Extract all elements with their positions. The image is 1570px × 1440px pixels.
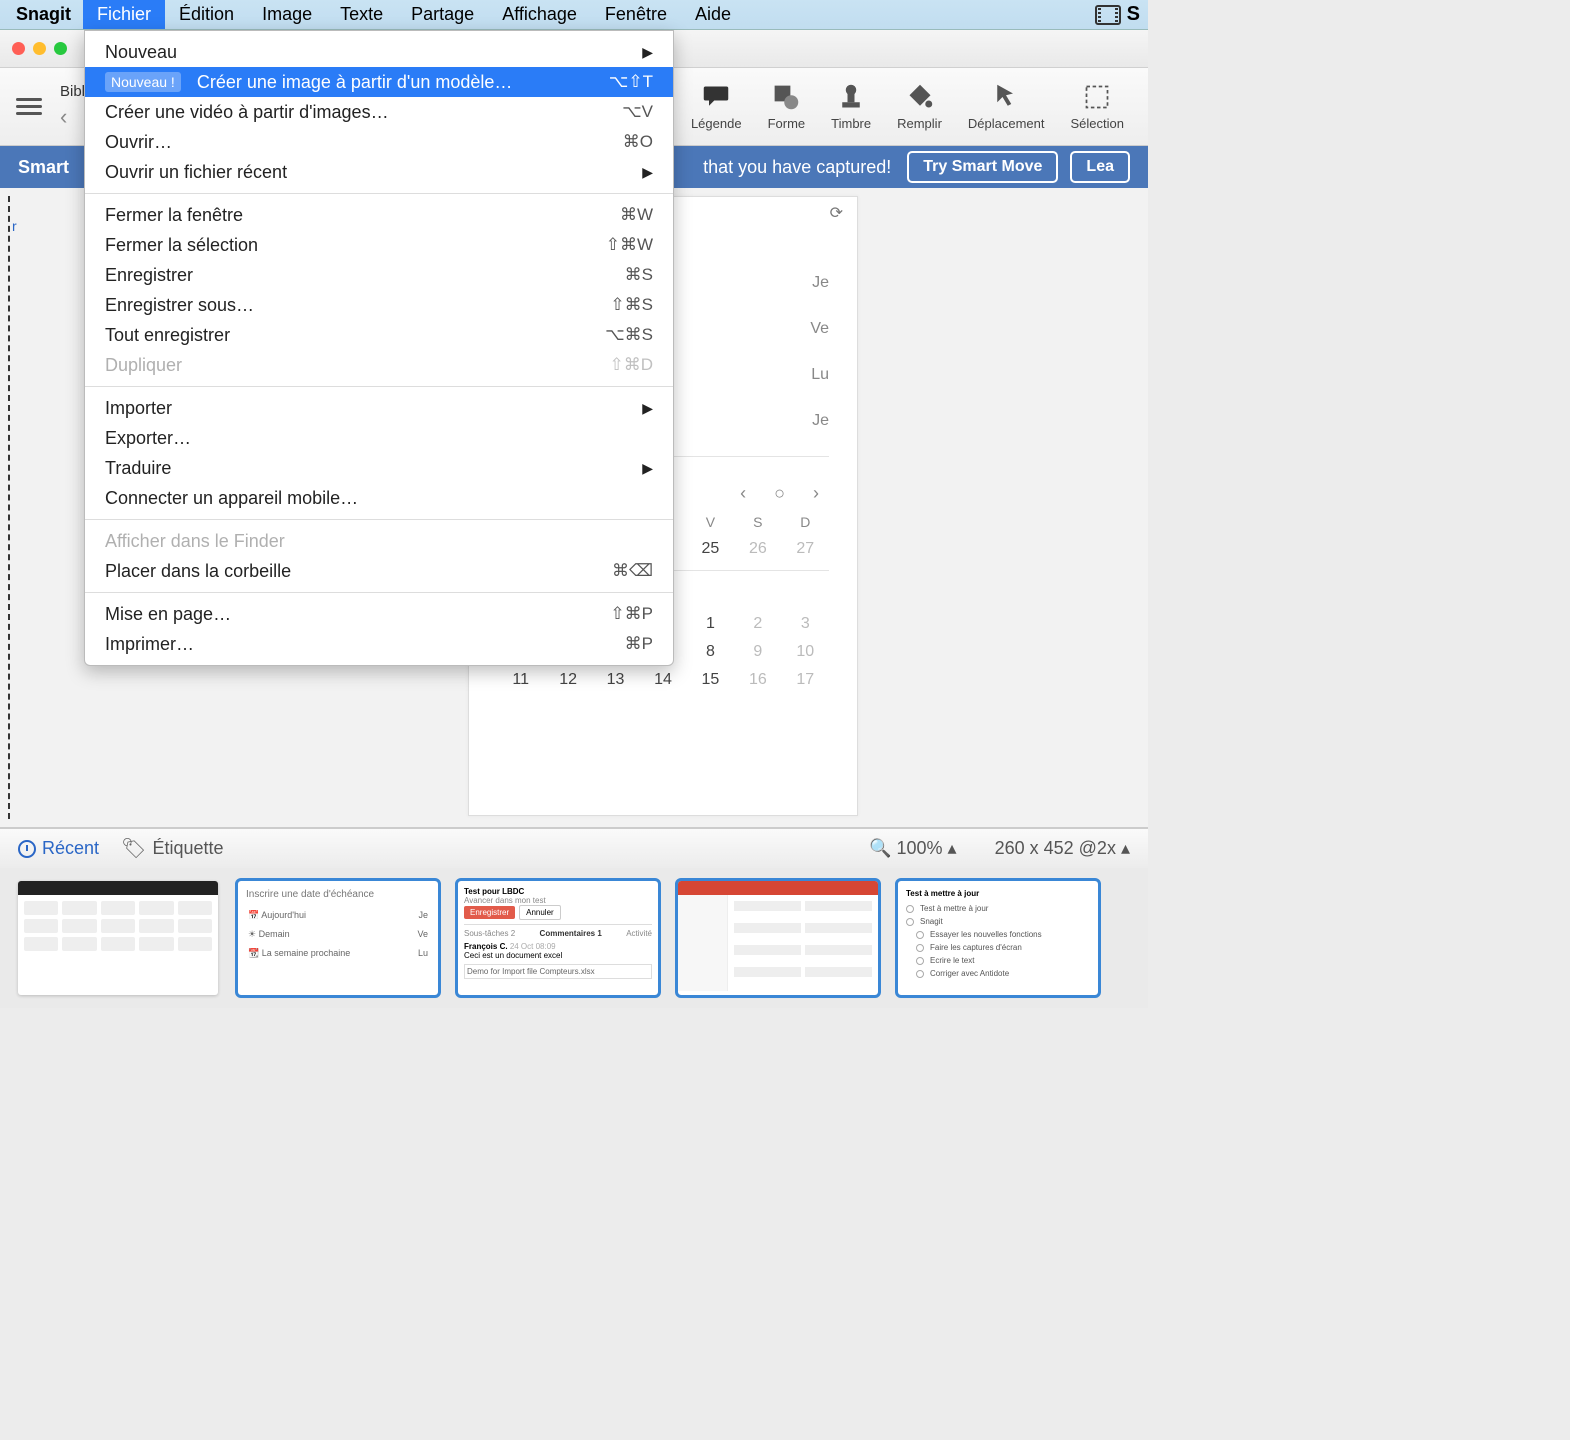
menu-item[interactable]: Tout enregistrer⌥⌘S [85,320,673,350]
zoom-button[interactable] [54,42,67,55]
menu-item[interactable]: Ouvrir un fichier récent▶ [85,157,673,187]
menu-item[interactable]: Importer▶ [85,393,673,423]
menu-item[interactable]: Placer dans la corbeille⌘⌫ [85,556,673,586]
menu-item: Afficher dans le Finder [85,526,673,556]
close-button[interactable] [12,42,25,55]
menu-item[interactable]: Imprimer…⌘P [85,629,673,659]
selection-edge [8,196,13,819]
tray-thumb-1[interactable] [18,881,218,995]
try-smart-move-button[interactable]: Try Smart Move [907,151,1058,183]
system-menubar: Snagit Fichier Édition Image Texte Parta… [0,0,1148,30]
tool-remplir[interactable]: Remplir [889,78,950,135]
tag-filter[interactable]: 🏷Étiquette [121,836,223,861]
menu-item[interactable]: Exporter… [85,423,673,453]
menu-aide[interactable]: Aide [681,0,745,29]
refresh-icon[interactable]: ⟳ [830,203,843,223]
film-icon[interactable] [1095,5,1121,25]
banner-prefix: Smart [18,157,69,178]
menu-fichier[interactable]: Fichier [83,0,165,29]
cal-next-icon[interactable]: › [813,483,819,504]
sidebar-toggle[interactable] [16,98,42,115]
menu-partage[interactable]: Partage [397,0,488,29]
fichier-dropdown: Nouveau▶Nouveau !Créer une image à parti… [84,30,674,666]
recent-filter[interactable]: Récent [18,838,99,859]
zoom-control[interactable]: 🔍 100% ▴ [869,838,957,859]
menu-item[interactable]: Ouvrir…⌘O [85,127,673,157]
tray-thumb-4[interactable] [678,881,878,995]
menu-item[interactable]: Nouveau▶ [85,37,673,67]
dimensions-readout[interactable]: 260 x 452 @2x ▴ [995,838,1130,859]
status-bar: Récent 🏷Étiquette 🔍 100% ▴ 260 x 452 @2x… [0,828,1148,868]
tray-thumb-3[interactable]: Test pour LBDC Avancer dans mon test Enr… [458,881,658,995]
tray-thumb-5[interactable]: Test à mettre à jour Test à mettre à jou… [898,881,1098,995]
traffic-lights [0,42,79,55]
canvas-link: r [12,218,17,234]
menu-item[interactable]: Traduire▶ [85,453,673,483]
menu-item[interactable]: Enregistrer sous…⇧⌘S [85,290,673,320]
s-icon[interactable]: S [1127,3,1140,26]
menu-affichage[interactable]: Affichage [488,0,591,29]
tool-deplacement[interactable]: Déplacement [960,78,1053,135]
tool-selection[interactable]: Sélection [1063,78,1132,135]
tool-forme[interactable]: Forme [760,78,814,135]
cal-prev-icon[interactable]: ‹ [740,483,746,504]
menu-fenetre[interactable]: Fenêtre [591,0,681,29]
menu-item[interactable]: Fermer la sélection⇧⌘W [85,230,673,260]
clock-icon [18,840,36,858]
app-name[interactable]: Snagit [4,4,83,25]
tray-thumb-2[interactable]: Inscrire une date d'échéance 📅 Aujourd'h… [238,881,438,995]
menu-item: Dupliquer⇧⌘D [85,350,673,380]
learn-button[interactable]: Lea [1070,151,1130,183]
menu-item[interactable]: Enregistrer⌘S [85,260,673,290]
menu-item[interactable]: Nouveau !Créer une image à partir d'un m… [85,67,673,97]
capture-tray: Inscrire une date d'échéance 📅 Aujourd'h… [0,868,1148,1008]
tool-timbre[interactable]: Timbre [823,78,879,135]
tag-icon: 🏷 [121,836,146,861]
menu-edition[interactable]: Édition [165,0,248,29]
tool-legende[interactable]: Légende [683,78,750,135]
menu-item[interactable]: Mise en page…⇧⌘P [85,599,673,629]
menu-item[interactable]: Créer une vidéo à partir d'images…⌥V [85,97,673,127]
menu-image[interactable]: Image [248,0,326,29]
minimize-button[interactable] [33,42,46,55]
menu-texte[interactable]: Texte [326,0,397,29]
menu-item[interactable]: Fermer la fenêtre⌘W [85,200,673,230]
cal-today-icon[interactable]: ○ [774,483,785,504]
menu-item[interactable]: Connecter un appareil mobile… [85,483,673,513]
